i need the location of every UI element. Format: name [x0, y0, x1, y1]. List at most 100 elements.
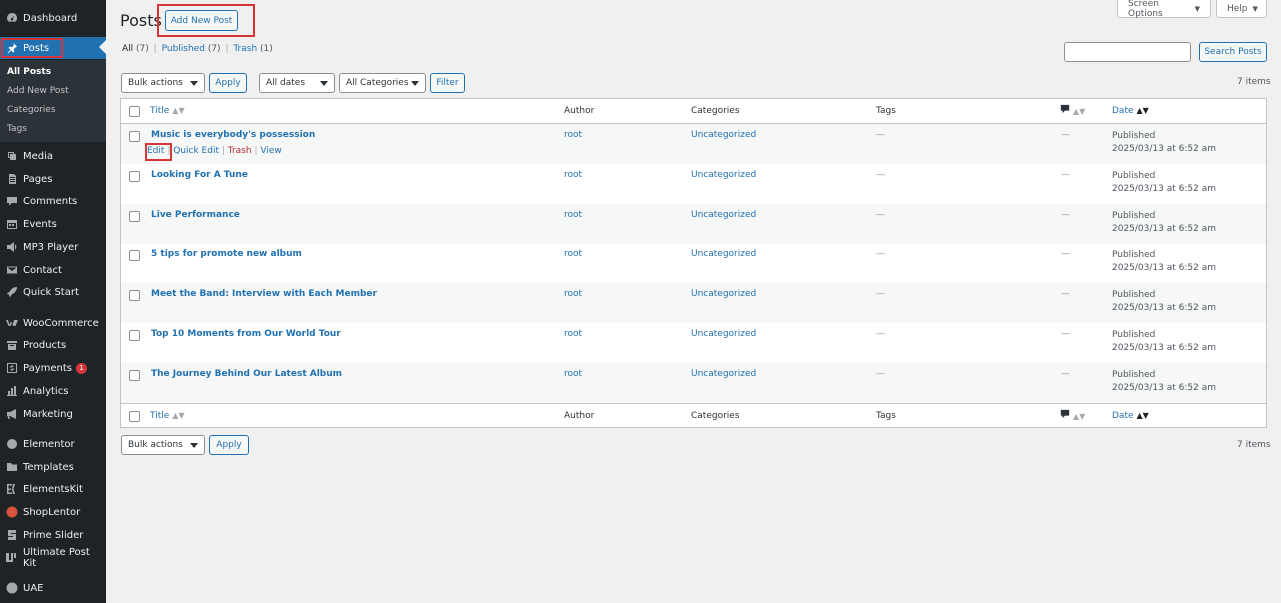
screen-options-button[interactable]: Screen Options ▼: [1117, 0, 1211, 19]
menu-item-prime-slider[interactable]: Prime Slider: [0, 524, 106, 546]
search-posts-button[interactable]: Search Posts: [1199, 42, 1267, 62]
menu-item-elementor[interactable]: Elementor: [0, 433, 106, 455]
submenu-tags[interactable]: Tags: [7, 124, 27, 134]
edit-highlight-box: [145, 143, 172, 161]
post-title-link[interactable]: Top 10 Moments from Our World Tour: [151, 329, 341, 339]
date-cell: Published 2025/03/13 at 6:52 am: [1112, 170, 1216, 196]
post-title-link[interactable]: The Journey Behind Our Latest Album: [151, 369, 342, 379]
payments-badge: 1: [76, 362, 87, 374]
apply-button[interactable]: Apply: [209, 73, 247, 93]
category-link[interactable]: Uncategorized: [691, 369, 756, 379]
date-column-header[interactable]: Date ▲▼: [1112, 106, 1149, 116]
bulk-actions-select-bottom[interactable]: Bulk actions: [121, 435, 205, 455]
author-link[interactable]: root: [564, 210, 582, 220]
menu-item-shoplentor[interactable]: ShopLentor: [0, 501, 106, 523]
date-header-label: Date: [1112, 106, 1134, 116]
menu-item-elementskit[interactable]: ElementsKit: [0, 478, 106, 500]
menu-item-dashboard[interactable]: Dashboard: [0, 7, 106, 29]
row-checkbox[interactable]: [129, 370, 140, 381]
bulk-actions-value: Bulk actions: [128, 440, 183, 450]
title-column-footer[interactable]: Title ▲▼: [150, 411, 185, 421]
menu-item-ultimate-post-kit[interactable]: Ultimate Post Kit: [0, 547, 106, 569]
author-link[interactable]: root: [564, 170, 582, 180]
post-status: Published: [1112, 250, 1156, 260]
categories-column-footer: Categories: [691, 411, 740, 421]
menu-item-products[interactable]: Products: [0, 334, 106, 356]
row-checkbox[interactable]: [129, 290, 140, 301]
post-status: Published: [1112, 330, 1156, 340]
title-column-header[interactable]: Title ▲▼: [150, 106, 185, 116]
category-link[interactable]: Uncategorized: [691, 249, 756, 259]
filter-published[interactable]: Published: [162, 44, 205, 54]
submenu-all-posts[interactable]: All Posts: [7, 67, 51, 77]
submenu-categories[interactable]: Categories: [7, 105, 56, 115]
bulk-actions-select[interactable]: Bulk actions: [121, 73, 205, 93]
menu-label: Media: [23, 150, 54, 162]
trash-link[interactable]: Trash: [228, 146, 252, 156]
megaphone-icon: [5, 408, 18, 421]
menu-item-mp3-player[interactable]: MP3 Player: [0, 236, 106, 258]
search-input[interactable]: [1064, 42, 1191, 62]
menu-item-pages[interactable]: Pages: [0, 168, 106, 190]
filter-button[interactable]: Filter: [430, 73, 465, 93]
menu-item-quick-start[interactable]: Quick Start: [0, 281, 106, 303]
menu-item-events[interactable]: Events: [0, 213, 106, 235]
author-link[interactable]: root: [564, 130, 582, 140]
post-date: 2025/03/13 at 6:52 am: [1112, 383, 1216, 393]
menu-item-contact[interactable]: Contact: [0, 259, 106, 281]
table-row: Music is everybody's possession Edit | Q…: [121, 124, 1266, 164]
category-link[interactable]: Uncategorized: [691, 329, 756, 339]
row-checkbox[interactable]: [129, 250, 140, 261]
post-title-link[interactable]: Looking For A Tune: [151, 170, 248, 180]
menu-item-woocommerce[interactable]: WooCommerce: [0, 312, 106, 334]
menu-item-payments[interactable]: Payments 1: [0, 357, 106, 379]
tags-column-header: Tags: [876, 106, 896, 116]
tags-cell: —: [876, 289, 885, 299]
menu-item-media[interactable]: Media: [0, 145, 106, 167]
category-link[interactable]: Uncategorized: [691, 170, 756, 180]
category-link[interactable]: Uncategorized: [691, 289, 756, 299]
categories-select[interactable]: All Categories: [339, 73, 426, 93]
categories-value: All Categories: [346, 78, 409, 88]
dates-select[interactable]: All dates: [259, 73, 335, 93]
filter-all[interactable]: All: [122, 44, 133, 54]
category-link[interactable]: Uncategorized: [691, 130, 756, 140]
post-status: Published: [1112, 290, 1156, 300]
row-checkbox[interactable]: [129, 211, 140, 222]
select-all-checkbox[interactable]: [129, 106, 140, 117]
date-column-footer[interactable]: Date ▲▼: [1112, 411, 1149, 421]
menu-item-comments[interactable]: Comments: [0, 190, 106, 212]
view-link[interactable]: View: [260, 146, 281, 156]
post-title-link[interactable]: Meet the Band: Interview with Each Membe…: [151, 289, 377, 299]
post-title-link[interactable]: Live Performance: [151, 210, 240, 220]
date-cell: Published 2025/03/13 at 6:52 am: [1112, 329, 1216, 355]
apply-button-bottom[interactable]: Apply: [209, 435, 249, 455]
menu-item-analytics[interactable]: Analytics: [0, 380, 106, 402]
caret-down-icon: ▼: [1194, 4, 1200, 13]
select-all-checkbox[interactable]: [129, 411, 140, 422]
author-link[interactable]: root: [564, 289, 582, 299]
post-date: 2025/03/13 at 6:52 am: [1112, 184, 1216, 194]
submenu-add-new-post[interactable]: Add New Post: [7, 86, 69, 96]
menu-item-uae[interactable]: UAE: [0, 577, 106, 599]
menu-item-templates[interactable]: Templates: [0, 456, 106, 478]
author-link[interactable]: root: [564, 369, 582, 379]
row-checkbox[interactable]: [129, 171, 140, 182]
comments-column-header[interactable]: ▲▼: [1060, 104, 1085, 117]
category-link[interactable]: Uncategorized: [691, 210, 756, 220]
help-button[interactable]: Help ▼: [1216, 0, 1267, 18]
chevron-down-icon: [411, 81, 419, 86]
post-title-link[interactable]: 5 tips for promote new album: [151, 249, 302, 259]
posts-table: Title ▲▼ Author Categories Tags ▲▼ Date ▲▼…: [120, 98, 1267, 428]
filter-trash[interactable]: Trash: [233, 44, 257, 54]
row-checkbox[interactable]: [129, 131, 140, 142]
quick-edit-link[interactable]: Quick Edit: [173, 146, 219, 156]
author-link[interactable]: root: [564, 249, 582, 259]
post-title-link[interactable]: Music is everybody's possession: [151, 130, 315, 140]
comments-column-footer[interactable]: ▲▼: [1060, 409, 1085, 422]
menu-label: Marketing: [23, 408, 73, 420]
row-checkbox[interactable]: [129, 330, 140, 341]
author-link[interactable]: root: [564, 329, 582, 339]
menu-item-marketing[interactable]: Marketing: [0, 403, 106, 425]
tags-cell: —: [876, 130, 885, 140]
